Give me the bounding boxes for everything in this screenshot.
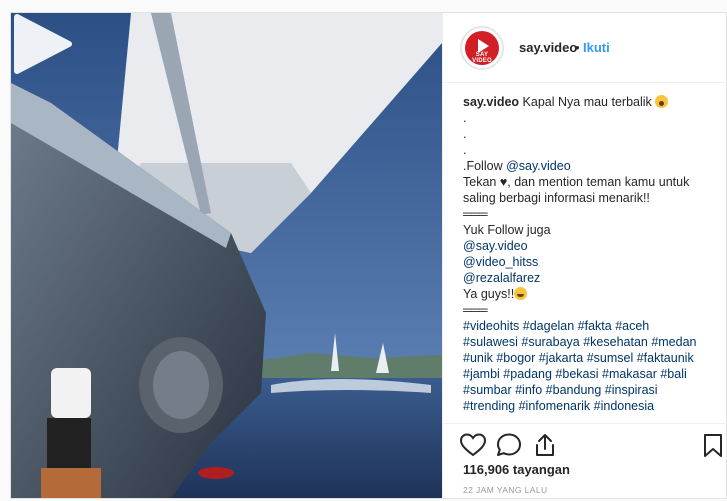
follow-prefix: .Follow xyxy=(463,159,507,173)
instagram-post: SAY VIDEO say.video • Ikuti say.video Ka… xyxy=(10,12,727,499)
avatar-logo-text: SAY VIDEO xyxy=(472,52,492,64)
hashtag-line[interactable]: #trending #infomenarik #indonesia xyxy=(463,398,721,414)
ya-guys-text: Ya guys!! xyxy=(463,287,515,301)
hashtag-line[interactable]: #jambi #padang #bekasi #makasar #bali xyxy=(463,366,721,382)
post-timestamp[interactable]: 22 JAM YANG LALU xyxy=(463,485,548,495)
surprised-emoji-icon xyxy=(655,95,669,108)
video-player[interactable] xyxy=(11,13,442,498)
post-details-panel: SAY VIDEO say.video • Ikuti say.video Ka… xyxy=(442,13,727,498)
avatar[interactable]: SAY VIDEO xyxy=(460,26,504,70)
follow-button[interactable]: Ikuti xyxy=(583,40,610,55)
video-frame xyxy=(11,13,442,498)
ya-guys-line: Ya guys!! xyxy=(463,286,721,302)
caption-username[interactable]: say.video xyxy=(463,95,519,109)
tekan-rest: , dan mention teman kamu untuk xyxy=(507,175,690,189)
hashtag-line[interactable]: #unik #bogor #jakarta #sumsel #faktaunik xyxy=(463,350,721,366)
caption-title-line: say.video Kapal Nya mau terbalik xyxy=(463,94,721,110)
heart-outline-icon[interactable] xyxy=(459,432,487,458)
caption-divider: ═══ xyxy=(463,303,488,317)
mention-link[interactable]: @say.video xyxy=(463,239,528,253)
tekan-line: Tekan ♥, dan mention teman kamu untuk xyxy=(463,174,721,190)
mention-link[interactable]: @video_hitss xyxy=(463,255,538,269)
tekan-start: Tekan xyxy=(463,175,500,189)
comment-icon[interactable] xyxy=(495,432,523,458)
hashtag-line[interactable]: #videohits #dagelan #fakta #aceh xyxy=(463,318,721,334)
action-bar xyxy=(443,423,727,463)
post-header: SAY VIDEO say.video • Ikuti xyxy=(443,13,727,83)
bookmark-icon[interactable] xyxy=(699,432,727,458)
separator-dot: • xyxy=(575,40,580,55)
caption-title: Kapal Nya mau terbalik xyxy=(522,95,652,109)
mention-link[interactable]: @say.video xyxy=(506,159,571,173)
caption-dot: . xyxy=(463,111,467,125)
smile-emoji-icon xyxy=(514,287,528,300)
caption-line: saling berbagi informasi menarik!! xyxy=(463,191,650,205)
caption-divider: ═══ xyxy=(463,207,488,221)
share-icon[interactable] xyxy=(531,432,559,458)
caption-dot: . xyxy=(463,127,467,141)
avatar-logo: SAY VIDEO xyxy=(465,31,499,65)
username-link[interactable]: say.video xyxy=(519,40,577,55)
hashtag-line[interactable]: #sumbar #info #bandung #inspirasi xyxy=(463,382,721,398)
caption-dot: . xyxy=(463,143,467,157)
hashtag-line[interactable]: #sulawesi #surabaya #kesehatan #medan xyxy=(463,334,721,350)
follow-line: .Follow @say.video xyxy=(463,158,721,174)
view-count: 116,906 tayangan xyxy=(463,462,570,477)
caption-line: Yuk Follow juga xyxy=(463,223,551,237)
play-icon[interactable] xyxy=(11,13,73,75)
mention-link[interactable]: @rezalalfarez xyxy=(463,271,540,285)
play-logo-icon xyxy=(478,39,489,53)
post-caption: say.video Kapal Nya mau terbalik . . . .… xyxy=(463,94,721,414)
